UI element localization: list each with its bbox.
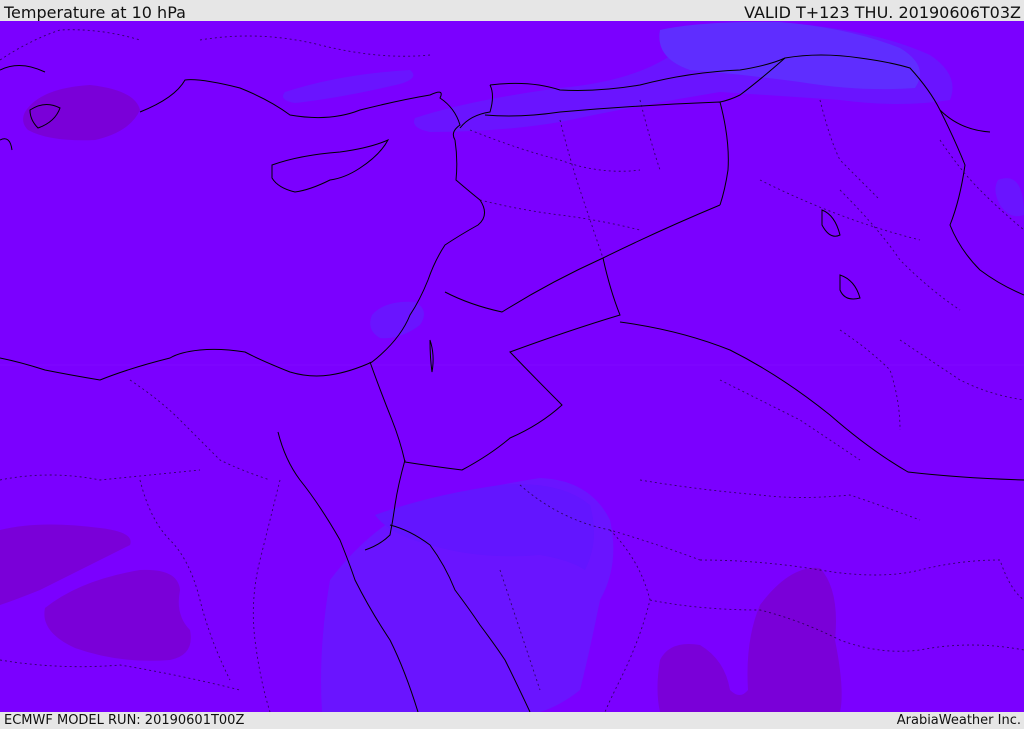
valid-time: VALID T+123 THU. 20190606T03Z xyxy=(744,3,1021,22)
weather-map[interactable] xyxy=(0,21,1024,712)
map-title: Temperature at 10 hPa xyxy=(4,3,186,22)
header-bar: Temperature at 10 hPa VALID T+123 THU. 2… xyxy=(0,0,1024,22)
footer-bar: ECMWF MODEL RUN: 20190601T00Z ArabiaWeat… xyxy=(0,712,1024,729)
model-run-label: ECMWF MODEL RUN: 20190601T00Z xyxy=(4,713,245,728)
credit-label: ArabiaWeather Inc. xyxy=(896,713,1021,728)
